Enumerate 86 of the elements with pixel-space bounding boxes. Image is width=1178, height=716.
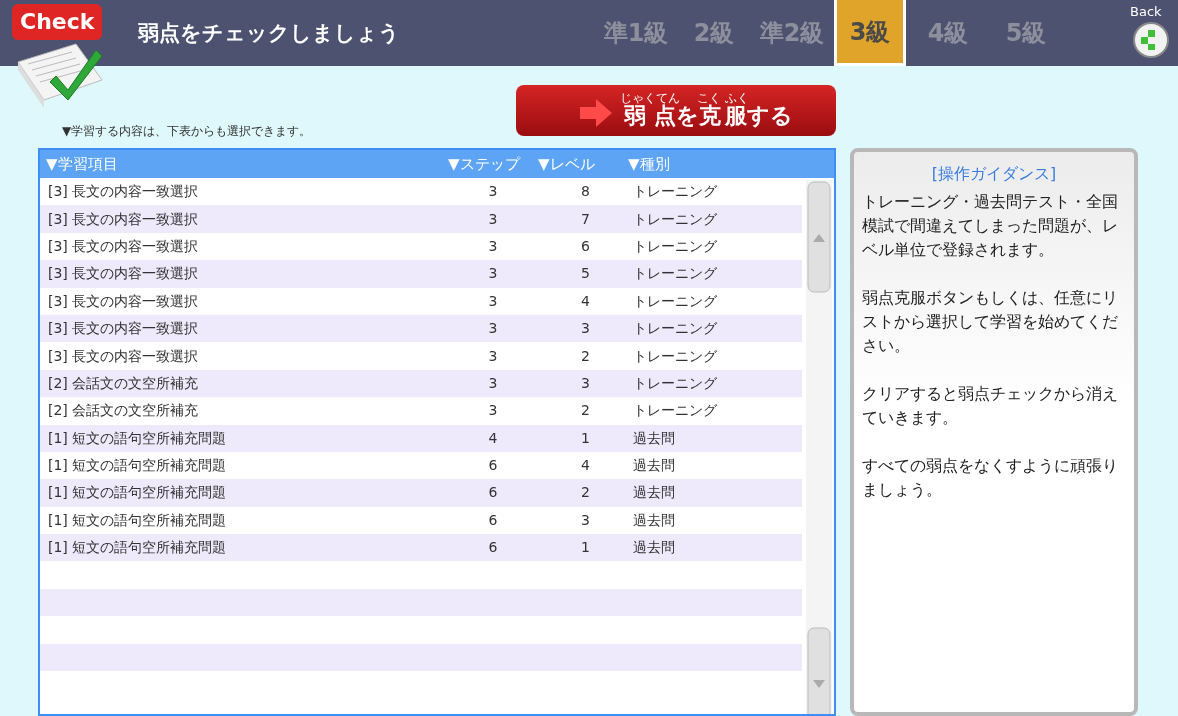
table-cell-text: 1 bbox=[580, 538, 591, 558]
table-cell-text: 3 bbox=[580, 510, 591, 530]
table-cell-text: 2 bbox=[580, 401, 591, 421]
scrollbar-thumb[interactable] bbox=[807, 627, 831, 714]
table-row[interactable]: [3] 長文の内容一致選択 3 4 トレーニング bbox=[40, 287, 802, 315]
table-cell-text: 過去問 bbox=[633, 483, 675, 503]
table-cell-text: 3 bbox=[487, 401, 499, 421]
table-cell-text: 4 bbox=[580, 291, 591, 311]
table-cell-text: 過去問 bbox=[633, 538, 675, 558]
table-cell-text: トレーニング bbox=[633, 401, 717, 421]
table-cell-text: [3] 長文の内容一致選択 bbox=[47, 182, 200, 202]
back-label: Back bbox=[1130, 3, 1162, 21]
table-row[interactable]: [1] 短文の語句空所補充問題 6 2 過去問 bbox=[40, 479, 802, 507]
table-row[interactable]: [1] 短文の語句空所補充問題 6 1 過去問 bbox=[40, 534, 802, 562]
scrollbar-thumb[interactable] bbox=[807, 181, 831, 293]
table-cell-text: 過去問 bbox=[633, 428, 675, 448]
table-cell-text: 3 bbox=[487, 346, 499, 366]
table-cell-text: トレーニング bbox=[633, 291, 717, 311]
table-cell-text: [3] 長文の内容一致選択 bbox=[47, 346, 200, 366]
table-cell-text: 6 bbox=[487, 483, 499, 503]
table-cell-text: トレーニング bbox=[633, 373, 717, 393]
table-cell-text: 過去問 bbox=[633, 510, 675, 530]
table-cell-text: 5 bbox=[580, 264, 591, 284]
table-cell-text: 3 bbox=[487, 291, 499, 311]
overcome-weakness-button[interactable]: 弱点 じゃくてん を克服 こく ふく する bbox=[516, 85, 836, 136]
guidance-text: クリアすると弱点チェックから消えていきます。 bbox=[862, 383, 1119, 429]
table-cell-text: 8 bbox=[580, 182, 591, 202]
table-cell-text: トレーニング bbox=[633, 182, 717, 202]
table-cell-text: 1 bbox=[580, 428, 591, 448]
instruction-text: ▼学習する内容は、下表からも選択できます。 bbox=[62, 123, 312, 140]
table-cell-text: 6 bbox=[487, 456, 499, 476]
table-row[interactable]: [3] 長文の内容一致選択 3 7 トレーニング bbox=[40, 205, 802, 233]
table-row[interactable]: [1] 短文の語句空所補充問題 4 1 過去問 bbox=[40, 424, 802, 452]
table-cell-text: 6 bbox=[487, 538, 499, 558]
table-cell-text: トレーニング bbox=[633, 209, 717, 229]
table-cell-text: [1] 短文の語句空所補充問題 bbox=[47, 538, 228, 558]
table-cell-text: トレーニング bbox=[633, 319, 717, 339]
table-cell-text: 6 bbox=[487, 510, 499, 530]
table-row[interactable]: [3] 長文の内容一致選択 3 8 トレーニング bbox=[40, 178, 802, 206]
table-cell-text: 3 bbox=[487, 182, 499, 202]
table-cell-text: 4 bbox=[580, 456, 591, 476]
guidance-title: [操作ガイダンス] bbox=[930, 163, 1058, 185]
table-cell-text: トレーニング bbox=[633, 236, 717, 256]
scroll-down-icon[interactable] bbox=[813, 680, 825, 688]
scroll-up-icon[interactable] bbox=[813, 234, 825, 242]
table-cell-text: [3] 長文の内容一致選択 bbox=[47, 319, 200, 339]
table-row[interactable]: [1] 短文の語句空所補充問題 6 4 過去問 bbox=[40, 451, 802, 480]
logo-text: Check bbox=[12, 4, 103, 40]
page-title: 弱点をチェックしましょう bbox=[138, 20, 400, 47]
table-cell-text: 2 bbox=[580, 346, 591, 366]
table-cell-text: 過去問 bbox=[633, 456, 675, 476]
table-row[interactable]: [3] 長文の内容一致選択 3 6 トレーニング bbox=[40, 232, 802, 261]
table-cell-text: [3] 長文の内容一致選択 bbox=[47, 291, 200, 311]
table-cell-text: [1] 短文の語句空所補充問題 bbox=[47, 456, 228, 476]
table-row[interactable]: [1] 短文の語句空所補充問題 6 3 過去問 bbox=[40, 506, 802, 535]
table-cell-text: 3 bbox=[487, 264, 499, 284]
back-button[interactable] bbox=[1133, 22, 1169, 58]
table-cell-text: [1] 短文の語句空所補充問題 bbox=[47, 510, 228, 530]
table-cell-text: [1] 短文の語句空所補充問題 bbox=[47, 483, 228, 503]
table-cell-text: 3 bbox=[487, 209, 499, 229]
table-row[interactable]: [2] 会話文の文空所補充 3 2 トレーニング bbox=[40, 397, 802, 425]
table-cell-text: [3] 長文の内容一致選択 bbox=[47, 236, 200, 256]
grade-tab[interactable]: 3級 bbox=[834, 0, 906, 66]
table-cell-text: 3 bbox=[487, 236, 499, 256]
table-row[interactable]: [3] 長文の内容一致選択 3 2 トレーニング bbox=[40, 342, 802, 370]
table-row[interactable]: [3] 長文の内容一致選択 3 3 トレーニング bbox=[40, 314, 802, 343]
table-cell-text: [2] 会話文の文空所補充 bbox=[47, 373, 200, 393]
table-cell-text: [1] 短文の語句空所補充問題 bbox=[47, 428, 228, 448]
table-row[interactable]: [3] 長文の内容一致選択 3 5 トレーニング bbox=[40, 260, 802, 288]
guidance-text: 弱点克服ボタンもしくは、任意にリストから選択して学習を始めてください。 bbox=[862, 287, 1119, 357]
table-cell-text: 2 bbox=[580, 483, 591, 503]
table-row[interactable]: [2] 会話文の文空所補充 3 3 トレーニング bbox=[40, 369, 802, 398]
table-cell-text: 7 bbox=[580, 209, 591, 229]
table-cell-text: 4 bbox=[487, 428, 499, 448]
table-cell-text: [3] 長文の内容一致選択 bbox=[47, 264, 200, 284]
table-cell-text: 3 bbox=[580, 373, 591, 393]
guidance-text: すべての弱点をなくすように頑張りましょう。 bbox=[862, 455, 1119, 501]
table-cell-text: 3 bbox=[580, 319, 591, 339]
table-cell-text: [2] 会話文の文空所補充 bbox=[47, 401, 200, 421]
table-cell-text: トレーニング bbox=[633, 346, 717, 366]
table-cell-text: 6 bbox=[580, 236, 591, 256]
table-cell-text: 3 bbox=[487, 319, 499, 339]
table-cell-text: 3 bbox=[487, 373, 499, 393]
table-cell-text: トレーニング bbox=[633, 264, 717, 284]
guidance-text: トレーニング・過去問テスト・全国模試で間違えてしまった問題が、レベル単位で登録されます。 bbox=[862, 191, 1119, 261]
table-cell-text: [3] 長文の内容一致選択 bbox=[47, 209, 200, 229]
